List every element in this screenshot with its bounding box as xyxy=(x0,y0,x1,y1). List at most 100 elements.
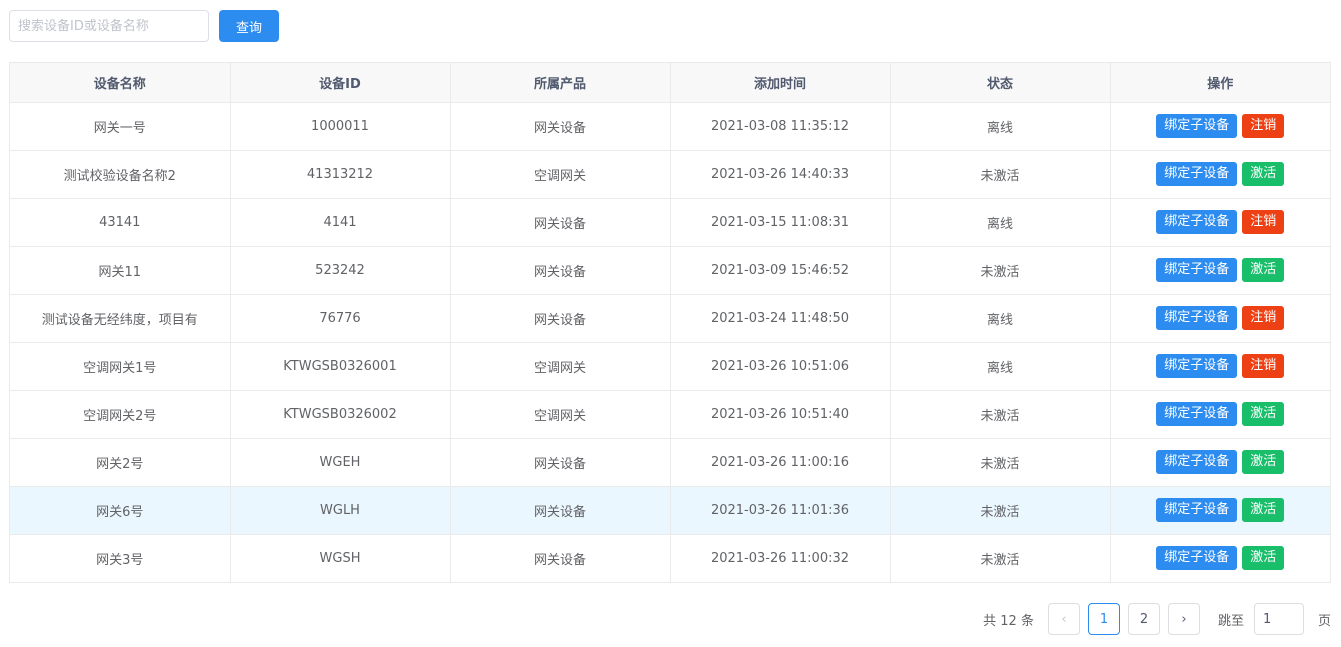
cell-product: 网关设备 xyxy=(450,198,671,247)
cell-product: 网关设备 xyxy=(450,438,671,487)
cell-device-name: 网关一号 xyxy=(10,102,231,151)
cell-product: 网关设备 xyxy=(450,294,671,343)
chevron-left-icon: ‹ xyxy=(1061,611,1067,627)
total-count: 共 12 条 xyxy=(983,613,1034,629)
cell-device-name: 空调网关1号 xyxy=(10,342,231,391)
cell-device-id: 41313212 xyxy=(230,150,451,199)
deregister-button[interactable]: 注销 xyxy=(1242,210,1285,234)
header-actions: 操作 xyxy=(1110,63,1330,103)
chevron-right-icon: › xyxy=(1181,611,1187,627)
table-row[interactable]: 网关11 523242 网关设备 2021-03-09 15:46:52 未激活 绑定子设… xyxy=(10,246,1330,295)
cell-actions: 绑定子设备 注销 xyxy=(1110,198,1330,247)
table-row[interactable]: 43141 4141 网关设备 2021-03-15 11:08:31 离线 绑定子设备注… xyxy=(10,198,1330,247)
cell-status: 离线 xyxy=(890,294,1111,343)
deregister-button[interactable]: 注销 xyxy=(1242,354,1285,378)
jump-page-input[interactable] xyxy=(1253,603,1304,635)
cell-added-time: 2021-03-26 11:00:16 xyxy=(670,438,891,487)
cell-actions: 绑定子设备 激活 xyxy=(1110,486,1330,535)
search-input[interactable] xyxy=(9,10,209,42)
cell-added-time: 2021-03-15 11:08:31 xyxy=(670,198,891,247)
cell-device-id: WGEH xyxy=(230,438,451,487)
cell-device-name: 测试设备无经纬度，项目有 xyxy=(10,294,231,343)
next-page-button[interactable]: › xyxy=(1167,603,1200,635)
activate-button[interactable]: 激活 xyxy=(1242,546,1285,571)
cell-status: 未激活 xyxy=(890,150,1111,199)
page-2-button[interactable]: 2 xyxy=(1127,603,1160,635)
bind-subdevice-button[interactable]: 绑定子设备 xyxy=(1156,258,1238,282)
header-status: 状态 xyxy=(890,63,1111,103)
cell-device-id: WGLH xyxy=(230,486,451,535)
cell-status: 未激活 xyxy=(890,486,1111,535)
cell-actions: 绑定子设备 激活 xyxy=(1110,246,1330,295)
cell-product: 空调网关 xyxy=(450,342,671,391)
activate-button[interactable]: 激活 xyxy=(1242,450,1285,474)
bind-subdevice-button[interactable]: 绑定子设备 xyxy=(1156,450,1238,474)
table-row[interactable]: 空调网关2号 KTWGSB0326002 空调网关 2021-03-26 10:51:… xyxy=(10,390,1330,439)
cell-device-id: WGSH xyxy=(230,534,451,582)
cell-status: 未激活 xyxy=(890,534,1111,582)
cell-added-time: 2021-03-26 10:51:06 xyxy=(670,342,891,391)
cell-product: 空调网关 xyxy=(450,150,671,199)
activate-button[interactable]: 激活 xyxy=(1242,258,1285,282)
cell-product: 空调网关 xyxy=(450,390,671,439)
toolbar: 查询 xyxy=(9,10,279,42)
cell-device-name: 网关6号 xyxy=(10,486,231,535)
cell-status: 离线 xyxy=(890,342,1111,391)
cell-status: 离线 xyxy=(890,198,1111,247)
table-row[interactable]: 测试设备无经纬度，项目有 76776 网关设备 2021-03-24 11:48:50… xyxy=(10,294,1330,343)
cell-added-time: 2021-03-26 14:40:33 xyxy=(670,150,891,199)
bind-subdevice-button[interactable]: 绑定子设备 xyxy=(1156,546,1238,571)
cell-added-time: 2021-03-26 10:51:40 xyxy=(670,390,891,439)
cell-device-name: 43141 xyxy=(10,198,231,247)
bind-subdevice-button[interactable]: 绑定子设备 xyxy=(1156,306,1238,330)
cell-device-id: 4141 xyxy=(230,198,451,247)
deregister-button[interactable]: 注销 xyxy=(1242,306,1285,330)
bind-subdevice-button[interactable]: 绑定子设备 xyxy=(1156,354,1238,378)
cell-product: 网关设备 xyxy=(450,534,671,582)
table-row[interactable]: 测试校验设备名称2 41313212 空调网关 2021-03-26 14:40:33… xyxy=(10,150,1330,199)
page-1-button[interactable]: 1 xyxy=(1087,603,1120,635)
activate-button[interactable]: 激活 xyxy=(1242,162,1285,186)
query-button[interactable]: 查询 xyxy=(219,10,279,42)
table-row[interactable]: 空调网关1号 KTWGSB0326001 空调网关 2021-03-26 10:51:… xyxy=(10,342,1330,391)
cell-device-name: 测试校验设备名称2 xyxy=(10,150,231,199)
cell-product: 网关设备 xyxy=(450,102,671,151)
cell-added-time: 2021-03-24 11:48:50 xyxy=(670,294,891,343)
cell-device-name: 网关3号 xyxy=(10,534,231,582)
activate-button[interactable]: 激活 xyxy=(1242,402,1285,426)
cell-device-id: 1000011 xyxy=(230,102,451,151)
table-body: 网关一号 1000011 网关设备 2021-03-08 11:35:12 离线 绑定子设… xyxy=(10,102,1330,582)
table-row[interactable]: 网关一号 1000011 网关设备 2021-03-08 11:35:12 离线 绑定子设… xyxy=(10,102,1330,151)
cell-status: 离线 xyxy=(890,102,1111,151)
bind-subdevice-button[interactable]: 绑定子设备 xyxy=(1156,210,1238,234)
prev-page-button[interactable]: ‹ xyxy=(1047,603,1080,635)
cell-status: 未激活 xyxy=(890,438,1111,487)
table-row[interactable]: 网关6号 WGLH 网关设备 2021-03-26 11:01:36 未激活 绑定子设备激… xyxy=(10,486,1330,535)
cell-device-name: 网关2号 xyxy=(10,438,231,487)
bind-subdevice-button[interactable]: 绑定子设备 xyxy=(1156,114,1238,138)
cell-added-time: 2021-03-26 11:00:32 xyxy=(670,534,891,582)
bind-subdevice-button[interactable]: 绑定子设备 xyxy=(1156,162,1238,186)
cell-device-id: KTWGSB0326002 xyxy=(230,390,451,439)
cell-device-id: KTWGSB0326001 xyxy=(230,342,451,391)
deregister-button[interactable]: 注销 xyxy=(1242,114,1285,138)
table-row[interactable]: 网关2号 WGEH 网关设备 2021-03-26 11:00:16 未激活 绑定子设备激… xyxy=(10,438,1330,487)
cell-actions: 绑定子设备 激活 xyxy=(1110,438,1330,487)
cell-actions: 绑定子设备 激活 xyxy=(1110,150,1330,199)
bind-subdevice-button[interactable]: 绑定子设备 xyxy=(1156,402,1238,426)
cell-added-time: 2021-03-08 11:35:12 xyxy=(670,102,891,151)
header-added-time: 添加时间 xyxy=(670,63,891,103)
table-row[interactable]: 网关3号 WGSH 网关设备 2021-03-26 11:00:32 未激活 绑定子设备激… xyxy=(10,534,1330,582)
cell-actions: 绑定子设备 注销 xyxy=(1110,294,1330,343)
cell-added-time: 2021-03-09 15:46:52 xyxy=(670,246,891,295)
activate-button[interactable]: 激活 xyxy=(1242,498,1285,522)
cell-device-name: 空调网关2号 xyxy=(10,390,231,439)
cell-actions: 绑定子设备 注销 xyxy=(1110,342,1330,391)
header-device-id: 设备ID xyxy=(230,63,451,103)
pagination: 共 12 条 ‹ 1 2 › 跳至 页 xyxy=(983,603,1331,635)
bind-subdevice-button[interactable]: 绑定子设备 xyxy=(1156,498,1238,522)
cell-device-id: 76776 xyxy=(230,294,451,343)
table-header-row: 设备名称 设备ID 所属产品 添加时间 状态 操作 xyxy=(10,63,1330,103)
cell-product: 网关设备 xyxy=(450,486,671,535)
cell-device-name: 网关11 xyxy=(10,246,231,295)
